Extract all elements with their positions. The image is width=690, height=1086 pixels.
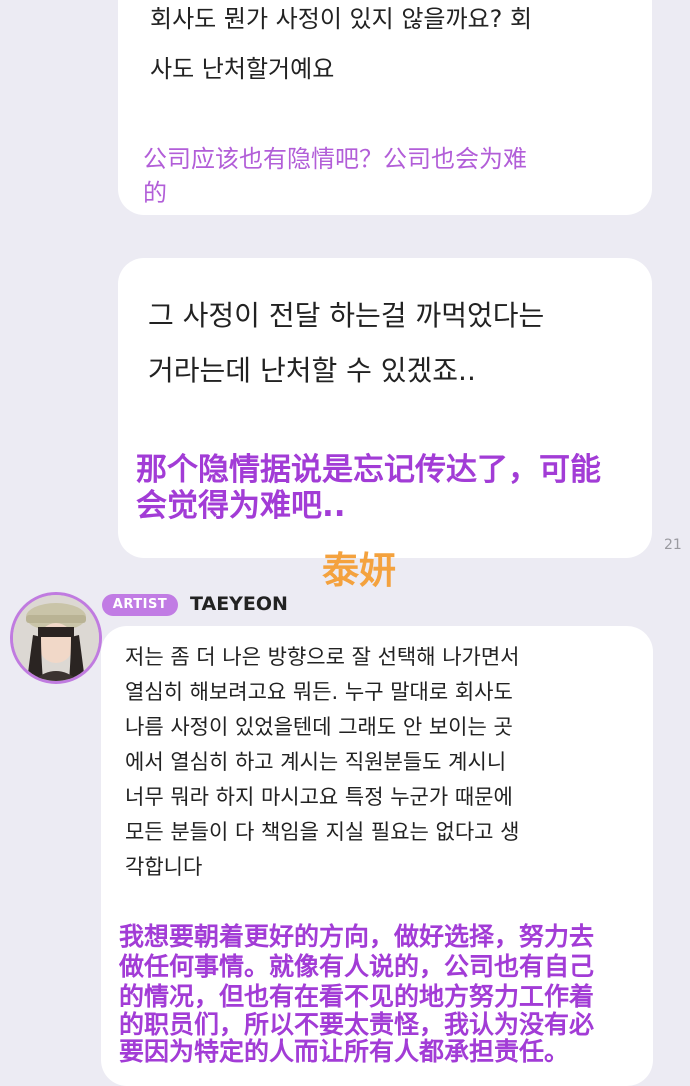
message-1-korean-line-2: 사도 난처할거예요 (150, 55, 335, 83)
avatar-photo-icon (13, 595, 99, 681)
message-2-chinese-line-1: 那个隐情据说是忘记传达了，可能 (136, 452, 601, 488)
artist-korean-line-4: 에서 열심히 하고 계시는 직원분들도 계시니 (125, 750, 507, 774)
message-1-chinese-line-2: 的 (143, 179, 167, 207)
artist-korean-line-2: 열심히 해보려고요 뭐든. 누구 말대로 회사도 (125, 680, 513, 704)
message-1-chinese-line-1: 公司应该也有隐情吧？公司也会为难 (143, 145, 527, 173)
message-2-korean-line-2: 거라는데 난처할 수 있겠죠.. (148, 354, 476, 387)
message-1-korean-line-1: 회사도 뭔가 사정이 있지 않을까요? 회 (150, 5, 533, 33)
artist-korean-line-1: 저는 좀 더 나은 방향으로 잘 선택해 나가면서 (125, 645, 520, 669)
artist-korean-line-7: 각합니다 (125, 855, 203, 879)
message-2-timestamp: 21 (664, 537, 682, 553)
message-2-chinese-line-2: 会觉得为难吧.. (136, 488, 346, 524)
artist-chinese-line-1: 我想要朝着更好的方向，做好选择，努力去 (119, 922, 595, 951)
artist-chinese-line-4: 的职员们，所以不要太责怪，我认为没有必 (119, 1010, 595, 1039)
artist-avatar[interactable] (10, 592, 102, 684)
artist-korean-line-6: 모든 분들이 다 책임을 지실 필요는 없다고 생 (125, 820, 520, 844)
artist-korean-line-5: 너무 뭐라 하지 마시고요 특정 누군가 때문에 (125, 785, 513, 809)
artist-badge: ARTIST (102, 594, 178, 616)
artist-korean-line-3: 나름 사정이 있었을텐데 그래도 안 보이는 곳 (125, 715, 513, 739)
artist-name[interactable]: TAEYEON (190, 593, 288, 615)
artist-chinese-line-3: 的情况，但也有在看不见的地方努力工作着 (119, 982, 595, 1011)
overlay-caption: 泰妍 (322, 549, 396, 592)
message-2-korean-line-1: 그 사정이 전달 하는걸 까먹었다는 (148, 299, 545, 332)
artist-chinese-line-5: 要因为特定的人而让所有人都承担责任。 (119, 1037, 570, 1066)
artist-chinese-line-2: 做任何事情。就像有人说的，公司也有自己 (119, 952, 595, 981)
